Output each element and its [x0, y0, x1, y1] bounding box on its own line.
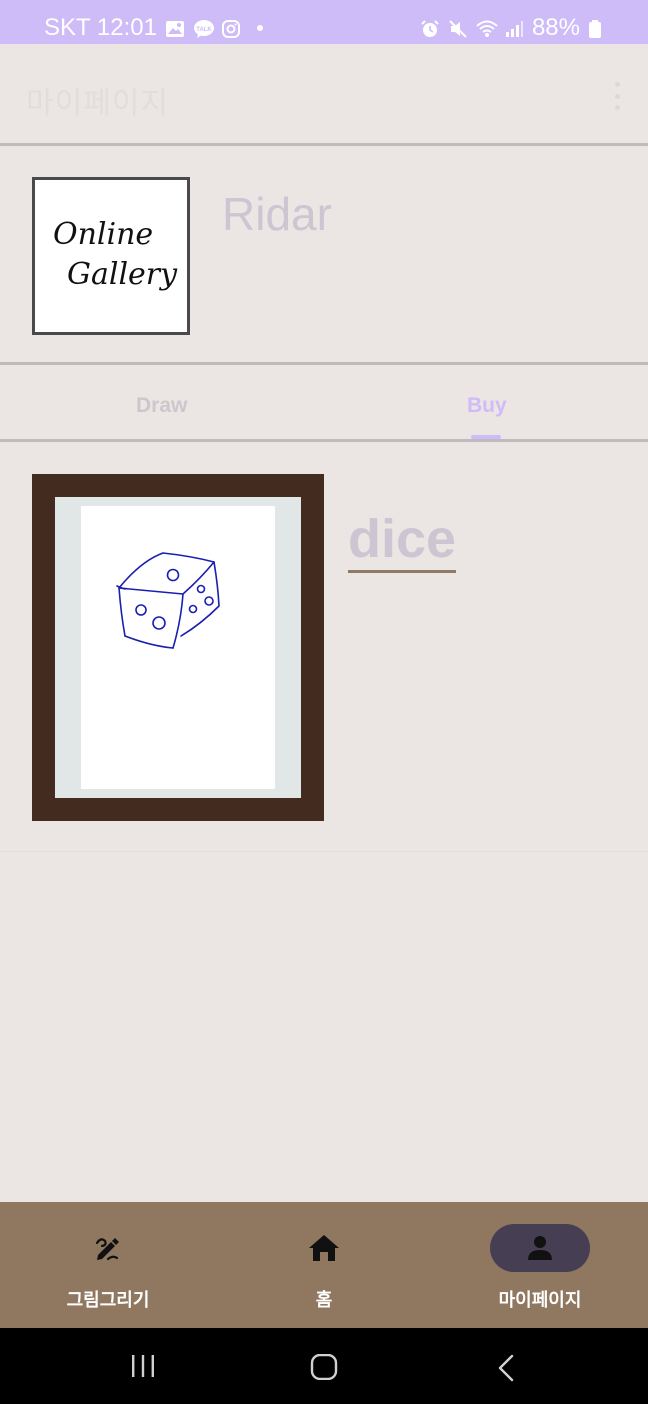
logo-line1: Online: [53, 217, 153, 252]
app-bar: 마이페이지: [0, 44, 648, 146]
alarm-icon: [420, 18, 440, 38]
signal-icon: [504, 18, 524, 38]
nav-mypage[interactable]: 마이페이지: [432, 1202, 648, 1328]
tab-buy[interactable]: Buy: [467, 394, 507, 418]
nav-mypage-label: 마이페이지: [498, 1290, 582, 1310]
instagram-icon: [221, 18, 241, 38]
artwork-frame[interactable]: [32, 474, 324, 821]
mute-icon: [448, 18, 468, 38]
bottom-nav: 그림그리기 홈 마이페이지: [0, 1202, 648, 1328]
home-icon: [274, 1224, 374, 1272]
page-title: 마이페이지: [26, 87, 169, 120]
svg-text:TALK: TALK: [196, 27, 212, 33]
username: Ridar: [222, 188, 332, 240]
dice-drawing: [116, 552, 220, 649]
logo-line2: Gallery: [67, 257, 178, 292]
system-nav: [0, 1328, 648, 1404]
status-left: SKT 12:01 TALK: [44, 14, 263, 42]
gallery-icon: [165, 18, 185, 38]
profile-logo: Online Gallery: [32, 177, 190, 335]
battery-percent: 88%: [531, 14, 580, 41]
tab-indicator: [471, 435, 501, 439]
profile-section: Online Gallery Ridar: [0, 149, 648, 365]
recents-icon[interactable]: [130, 1354, 156, 1383]
more-vert-icon[interactable]: [612, 82, 622, 110]
list-item[interactable]: dice: [0, 442, 648, 852]
home-button-icon[interactable]: [310, 1353, 338, 1385]
artwork-mat: [55, 497, 301, 798]
nav-draw-label: 그림그리기: [66, 1290, 150, 1310]
tab-draw[interactable]: Draw: [136, 394, 187, 418]
status-bar: SKT 12:01 TALK 88%: [0, 0, 648, 44]
battery-icon: [588, 18, 608, 38]
notification-dot-icon: [256, 25, 263, 31]
nav-draw[interactable]: 그림그리기: [0, 1202, 216, 1328]
nav-home[interactable]: 홈: [216, 1202, 432, 1328]
person-icon: [490, 1224, 590, 1272]
wifi-icon: [476, 18, 498, 38]
item-title[interactable]: dice: [348, 510, 457, 573]
status-right: 88%: [420, 14, 608, 42]
carrier-time: SKT 12:01: [44, 14, 157, 41]
draw-icon: [58, 1224, 158, 1272]
artwork-canvas: [81, 506, 275, 789]
nav-home-label: 홈: [315, 1290, 333, 1310]
back-icon[interactable]: [496, 1354, 516, 1387]
tab-bar: Draw Buy: [0, 368, 648, 442]
talk-icon: TALK: [193, 18, 214, 38]
screen: SKT 12:01 TALK 88% 마이페이지 Online Gallery …: [0, 0, 648, 1404]
